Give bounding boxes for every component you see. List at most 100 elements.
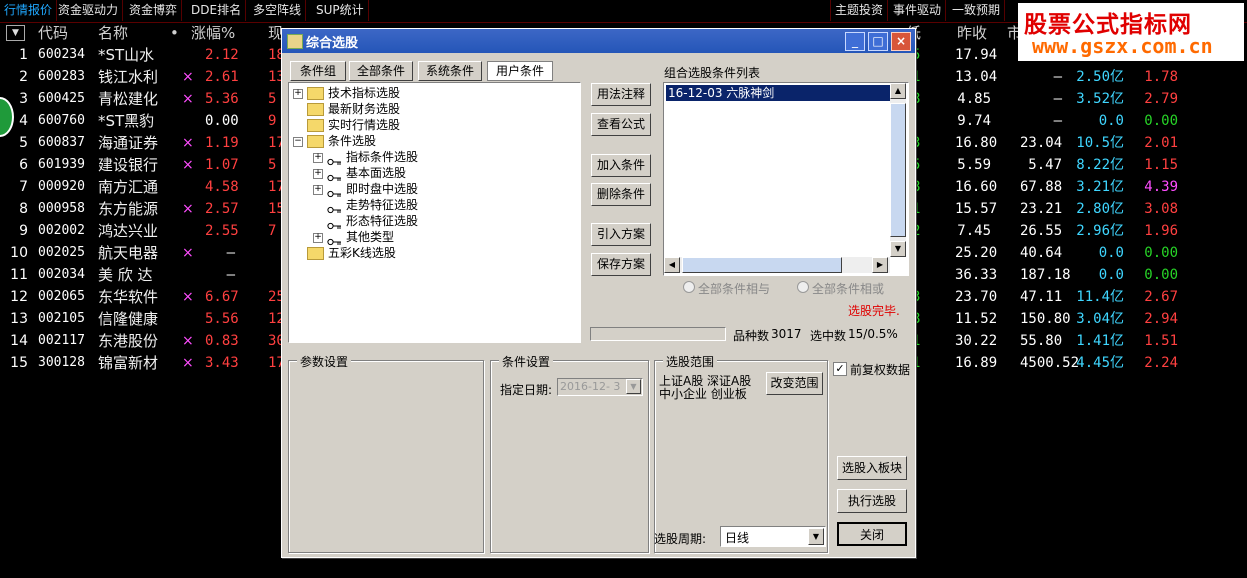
change-range-button[interactable]: 改变范围 [766,372,823,395]
list-hscrollbar[interactable]: ◀ ▶ [664,257,890,273]
pe-value: 5.47 [1028,157,1062,173]
last-value: 2.01 [1144,135,1178,151]
period-dropdown-icon[interactable]: ▼ [808,528,824,545]
scroll-up-icon[interactable]: ▲ [890,83,906,99]
tree-item[interactable]: 其他类型 [327,229,394,245]
radio-and-icon[interactable] [683,281,695,293]
amount-value: 3.04亿 [1076,311,1124,327]
expand-icon[interactable]: + [313,169,323,179]
tab-sup-stats[interactable]: SUP统计 [312,0,369,21]
stock-name: 东华软件 [98,288,159,306]
prev-close: 25.20 [955,245,998,261]
param-settings-group: 参数设置 [288,353,484,553]
column-dropdown-icon[interactable]: ▼ [6,25,25,41]
tree-item[interactable]: 实时行情选股 [307,117,400,133]
stock-name: 鸿达兴业 [98,222,159,240]
tab-all-conditions[interactable]: 全部条件 [349,61,413,81]
key-icon [327,218,342,229]
tree-item-label: 条件选股 [328,134,377,148]
radio-or-icon[interactable] [797,281,809,293]
expand-icon[interactable]: + [293,89,303,99]
tab-fund-drive[interactable]: 资金驱动力 [54,0,124,21]
stock-name: 钱江水利 [98,68,159,86]
tree-item[interactable]: 最新财务选股 [307,101,400,117]
key-icon [327,202,342,213]
save-plan-button[interactable]: 保存方案 [591,253,651,276]
amount-value: 2.50亿 [1076,69,1124,85]
import-plan-button[interactable]: 引入方案 [591,223,651,246]
close-icon[interactable]: × [891,32,911,51]
tree-item[interactable]: 条件选股 [307,133,376,149]
usage-notes-button[interactable]: 用法注释 [591,83,651,106]
scroll-down-icon[interactable]: ▼ [890,241,906,257]
pe-value: 23.21 [1020,201,1063,217]
tree-item-label: 五彩K线选股 [328,246,396,260]
add-to-block-button[interactable]: 选股入板块 [837,456,907,480]
stock-code: 000920 [38,179,85,194]
scroll-left-icon[interactable]: ◀ [664,257,680,273]
scroll-thumb[interactable] [890,103,906,237]
condition-list-item[interactable]: 16-12-03 六脉神剑 [666,85,892,101]
tab-event-drive[interactable]: 事件驱动 [889,0,947,21]
header-change-pct[interactable]: 涨幅% [191,22,235,44]
view-formula-button[interactable]: 查看公式 [591,113,651,136]
status-text: 选股完毕. [848,304,900,318]
tab-dde-rank[interactable]: DDE排名 [187,0,247,21]
tab-long-short[interactable]: 多空阵线 [249,0,307,21]
delete-condition-button[interactable]: 删除条件 [591,183,651,206]
tab-user-conditions[interactable]: 用户条件 [487,61,553,81]
last-value: 1.51 [1144,333,1178,349]
dialog-title: 综合选股 [306,36,359,51]
date-picker[interactable]: 2016-12- 3 ▼ [557,378,643,396]
expand-icon[interactable]: + [313,185,323,195]
period-select[interactable]: 日线 ▼ [720,526,826,547]
execute-screen-button[interactable]: 执行选股 [837,489,907,513]
scroll-right-icon[interactable]: ▶ [872,257,888,273]
stock-code: 000958 [38,201,85,216]
tree-item[interactable]: 即时盘中选股 [327,181,418,197]
maximize-icon[interactable]: □ [868,32,888,51]
tree-item-label: 走势特征选股 [346,198,419,212]
folder-icon [307,103,324,116]
price-partial: 9 [268,113,277,129]
collapse-icon[interactable]: − [293,137,303,147]
tab-consensus[interactable]: 一致预期 [948,0,1006,21]
tree-item[interactable]: 五彩K线选股 [307,245,396,261]
tree-item-label: 基本面选股 [346,166,407,180]
tab-quotes[interactable]: 行情报价 [0,0,58,21]
tree-item-label: 即时盘中选股 [346,182,419,196]
margin-mark: × [182,245,194,261]
change-pct: 2.55 [205,223,239,239]
tree-item[interactable]: 走势特征选股 [327,197,418,213]
row-index: 6 [19,157,28,173]
fuquan-checkbox[interactable]: ✓ [833,362,847,376]
tab-system-conditions[interactable]: 系统条件 [418,61,482,81]
prev-close: 11.52 [955,311,998,327]
tree-item[interactable]: 形态特征选股 [327,213,418,229]
tab-theme-invest[interactable]: 主题投资 [830,0,889,21]
minimize-icon[interactable]: _ [845,32,865,51]
condition-list[interactable]: 16-12-03 六脉神剑 ▲ ▼ ◀ ▶ [663,82,909,276]
list-vscrollbar[interactable]: ▲ ▼ [890,83,906,257]
tree-item[interactable]: 技术指标选股 [307,85,400,101]
expand-icon[interactable]: + [313,153,323,163]
tree-item[interactable]: 基本面选股 [327,165,406,181]
count-value: 3017 [771,327,802,341]
header-prev-close[interactable]: 昨收 [957,22,987,44]
header-code[interactable]: 代码 [38,22,68,44]
close-button[interactable]: 关闭 [837,522,907,546]
pe-value: 150.80 [1020,311,1071,327]
condition-tree[interactable]: + 技术指标选股 最新财务选股 实时行情选股 − 条件选股 + 指标条件选股 + 基本面选股 + 即时… [288,82,581,343]
row-index: 9 [19,223,28,239]
expand-icon[interactable]: + [313,233,323,243]
amount-value: 4.45亿 [1076,355,1124,371]
add-condition-button[interactable]: 加入条件 [591,154,651,177]
stock-name: 美 欣 达 [98,266,153,284]
header-name[interactable]: 名称 [98,22,128,44]
tab-condition-group[interactable]: 条件组 [290,61,346,81]
tab-fund-game[interactable]: 资金博弈 [125,0,183,21]
date-dropdown-icon[interactable]: ▼ [626,379,641,394]
tree-item[interactable]: 指标条件选股 [327,149,418,165]
hscroll-thumb[interactable] [682,257,842,273]
dialog-titlebar[interactable]: 综合选股 _ □ × [282,29,915,53]
